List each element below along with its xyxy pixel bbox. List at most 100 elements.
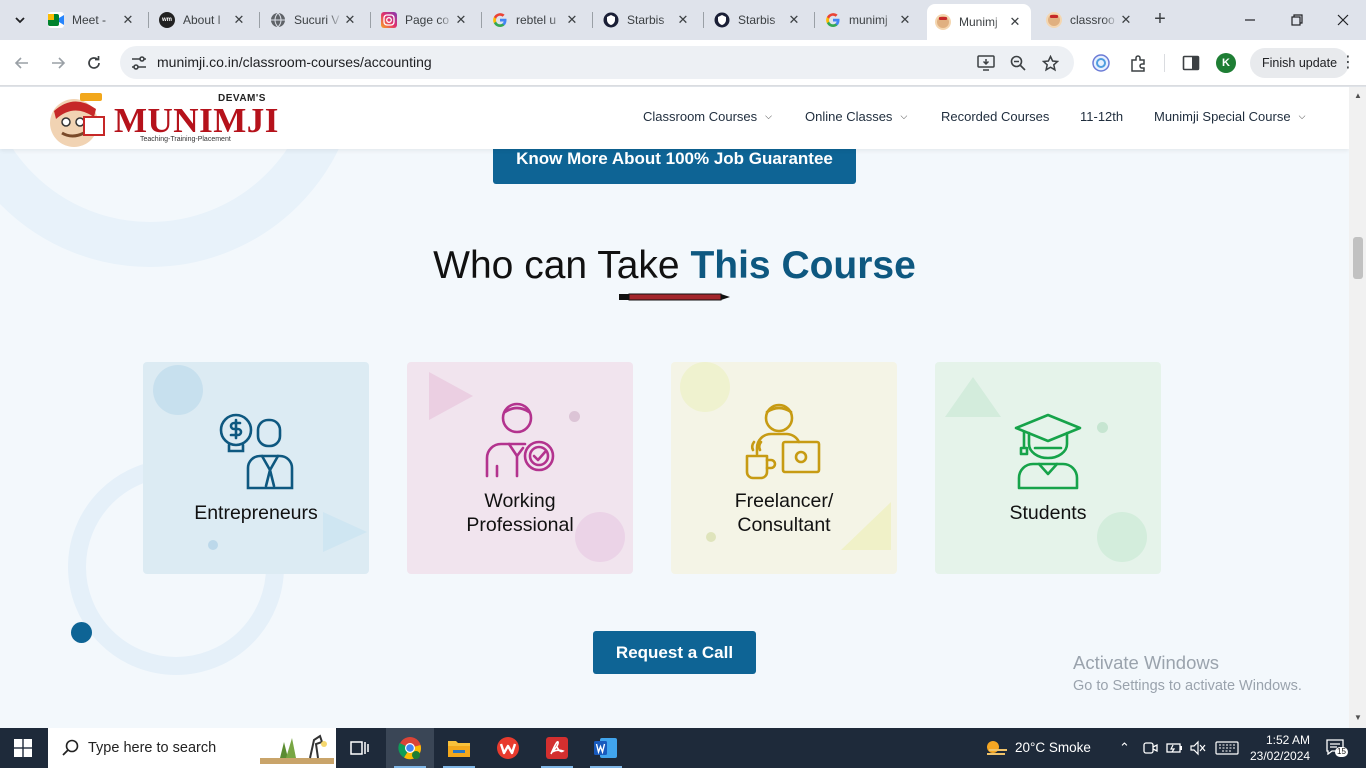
extensions-puzzle-icon[interactable] — [1127, 52, 1149, 74]
scroll-up-arrow-icon[interactable]: ▲ — [1353, 91, 1363, 101]
browser-tab[interactable]: Meet - ✕ — [40, 6, 144, 34]
clock-date: 23/02/2024 — [1250, 749, 1311, 763]
tab-search-button[interactable] — [8, 8, 32, 32]
close-tab-icon[interactable]: ✕ — [231, 12, 247, 28]
new-tab-button[interactable]: + — [1150, 9, 1170, 30]
zoom-icon[interactable] — [1008, 53, 1028, 73]
address-bar[interactable]: munimji.co.in/classroom-courses/accounti… — [120, 46, 1074, 79]
decorative-triangle — [429, 372, 473, 420]
close-tab-icon[interactable]: ✕ — [675, 12, 691, 28]
close-tab-icon[interactable]: ✕ — [1007, 14, 1023, 30]
close-tab-icon[interactable]: ✕ — [1118, 12, 1134, 28]
close-tab-icon[interactable]: ✕ — [453, 12, 469, 28]
close-tab-icon[interactable]: ✕ — [342, 12, 358, 28]
battery-power-icon[interactable] — [1166, 740, 1184, 756]
nav-classroom-courses[interactable]: Classroom Courses ⌵ — [643, 109, 772, 124]
nav-label: 11-12th — [1080, 109, 1124, 124]
browser-tab[interactable]: Starbis ✕ — [595, 6, 699, 34]
scrollbar-thumb[interactable] — [1353, 237, 1363, 279]
logo-tagline: Teaching-Training-Placement — [140, 136, 231, 143]
volume-muted-icon[interactable] — [1190, 740, 1206, 756]
close-window-button[interactable] — [1329, 6, 1357, 34]
toolbar-divider — [1164, 54, 1165, 72]
browser-tab[interactable]: Sucuri V ✕ — [262, 6, 366, 34]
side-panel-icon[interactable] — [1180, 52, 1202, 74]
section-heading: Who can Take This Course — [0, 244, 1349, 288]
tab-divider — [703, 12, 704, 28]
card-label-line: Freelancer/ — [734, 490, 834, 512]
decorative-triangle — [945, 377, 1001, 417]
nav-label: Recorded Courses — [941, 109, 1050, 124]
site-icon: wm — [159, 12, 175, 28]
system-clock[interactable]: 1:52 AM 23/02/2024 — [1250, 732, 1310, 764]
install-app-icon[interactable] — [976, 53, 996, 73]
task-view-button[interactable] — [336, 728, 384, 768]
browser-tab[interactable]: Starbis ✕ — [706, 6, 810, 34]
close-tab-icon[interactable]: ✕ — [564, 12, 580, 28]
wps-office-icon — [497, 737, 519, 759]
browser-tab[interactable]: rebtel u ✕ — [484, 6, 588, 34]
minimize-button[interactable] — [1236, 6, 1264, 34]
show-hidden-icons-chevron-icon[interactable]: ⌃ — [1119, 740, 1130, 756]
nav-munimji-special-course[interactable]: Munimji Special Course ⌵ — [1154, 109, 1305, 124]
notification-center-button[interactable]: 15 — [1326, 739, 1348, 757]
profile-avatar[interactable]: K — [1216, 53, 1236, 73]
munimji-logo[interactable]: DEVAM'S MUNIMJI Teaching-Training-Placem… — [44, 89, 278, 149]
close-tab-icon[interactable]: ✕ — [897, 12, 913, 28]
taskbar-acrobat[interactable] — [533, 728, 581, 768]
decorative-circle — [153, 365, 203, 415]
browser-tab[interactable]: classroo ✕ — [1038, 6, 1142, 34]
browser-tab[interactable]: munimj ✕ — [817, 6, 921, 34]
search-placeholder: Type here to search — [88, 740, 217, 756]
taskbar-chrome[interactable] — [386, 728, 434, 768]
close-tab-icon[interactable]: ✕ — [786, 12, 802, 28]
taskbar-file-explorer[interactable] — [435, 728, 483, 768]
munimji-mascot-icon — [50, 93, 105, 147]
weather-icon[interactable] — [984, 738, 1008, 758]
site-settings-icon[interactable] — [130, 54, 148, 72]
tab-title: munimj — [849, 13, 888, 27]
browser-tab[interactable]: Page co ✕ — [373, 6, 477, 34]
keyboard-icon[interactable] — [1215, 740, 1239, 756]
nav-online-classes[interactable]: Online Classes ⌵ — [805, 109, 907, 124]
taskbar-wps[interactable] — [484, 728, 532, 768]
extension-icon[interactable] — [1090, 52, 1112, 74]
tab-divider — [259, 12, 260, 28]
reload-button[interactable] — [81, 50, 107, 76]
url-text: munimji.co.in/classroom-courses/accounti… — [157, 54, 432, 70]
browser-tab-active[interactable]: Munimj ✕ — [927, 4, 1031, 40]
weather-text[interactable]: 20°C Smoke — [1015, 740, 1091, 755]
page-scrollbar[interactable]: ▲ ▼ — [1349, 87, 1366, 728]
tab-divider — [481, 12, 482, 28]
forward-button[interactable] — [45, 50, 71, 76]
google-icon — [825, 12, 841, 28]
bookmark-star-icon[interactable] — [1040, 53, 1060, 73]
restore-button[interactable] — [1283, 6, 1311, 34]
card-label: Students — [1009, 502, 1087, 524]
back-button[interactable] — [9, 50, 35, 76]
nav-recorded-courses[interactable]: Recorded Courses — [941, 109, 1049, 124]
search-highlight-illustration-icon — [260, 734, 334, 764]
chevron-down-icon: ⌵ — [765, 111, 772, 121]
request-call-button[interactable]: Request a Call — [593, 631, 756, 674]
munimji-icon — [1046, 12, 1062, 28]
tab-divider — [148, 12, 149, 28]
instagram-icon — [381, 12, 397, 28]
pencil-divider-icon — [619, 293, 730, 301]
chrome-icon — [398, 737, 422, 760]
windows-start-icon[interactable] — [14, 739, 32, 757]
tab-title: rebtel u — [516, 13, 557, 27]
finish-update-button[interactable]: Finish update — [1250, 48, 1350, 78]
taskbar-search-box[interactable]: Type here to search — [48, 728, 336, 768]
scroll-down-arrow-icon[interactable]: ▼ — [1353, 713, 1363, 723]
browser-tab[interactable]: wm About l ✕ — [151, 6, 255, 34]
nav-11-12th[interactable]: 11-12th — [1080, 109, 1123, 124]
chevron-down-icon: ⌵ — [1298, 111, 1306, 121]
graduate-icon — [1014, 413, 1082, 490]
menu-kebab-icon[interactable]: ⋮ — [1340, 52, 1356, 74]
tab-divider — [814, 12, 815, 28]
meet-now-icon[interactable] — [1142, 740, 1158, 756]
watermark-title: Activate Windows — [1073, 652, 1219, 673]
close-tab-icon[interactable]: ✕ — [120, 12, 136, 28]
taskbar-word[interactable] — [582, 728, 630, 768]
